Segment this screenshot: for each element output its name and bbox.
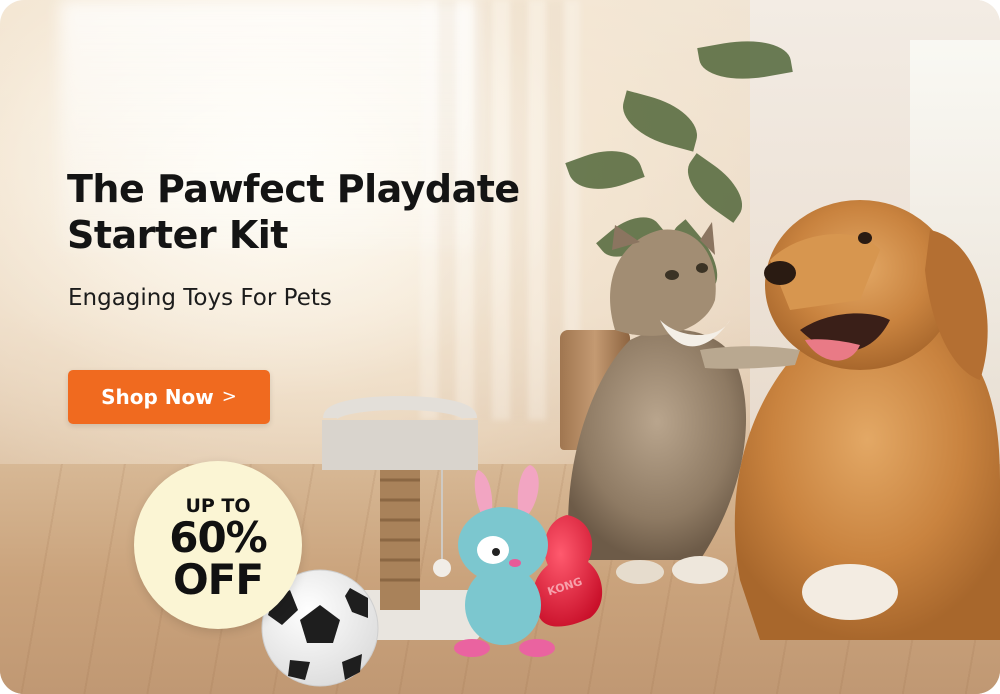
discount-badge: UP TO 60% OFF xyxy=(134,461,302,629)
discount-badge-percent: 60% xyxy=(169,513,268,562)
promo-banner[interactable]: KONG The Pawfect Playdate Starter Kit En… xyxy=(0,0,1000,694)
discount-badge-suffix: OFF xyxy=(172,555,264,604)
banner-headline: The Pawfect Playdate Starter Kit xyxy=(67,167,520,257)
chevron-right-icon: > xyxy=(221,385,237,407)
golden-retriever xyxy=(734,200,1000,640)
shop-now-label: Shop Now xyxy=(101,385,214,409)
shop-now-button[interactable]: Shop Now > xyxy=(68,370,270,424)
banner-subhead: Engaging Toys For Pets xyxy=(68,285,332,311)
